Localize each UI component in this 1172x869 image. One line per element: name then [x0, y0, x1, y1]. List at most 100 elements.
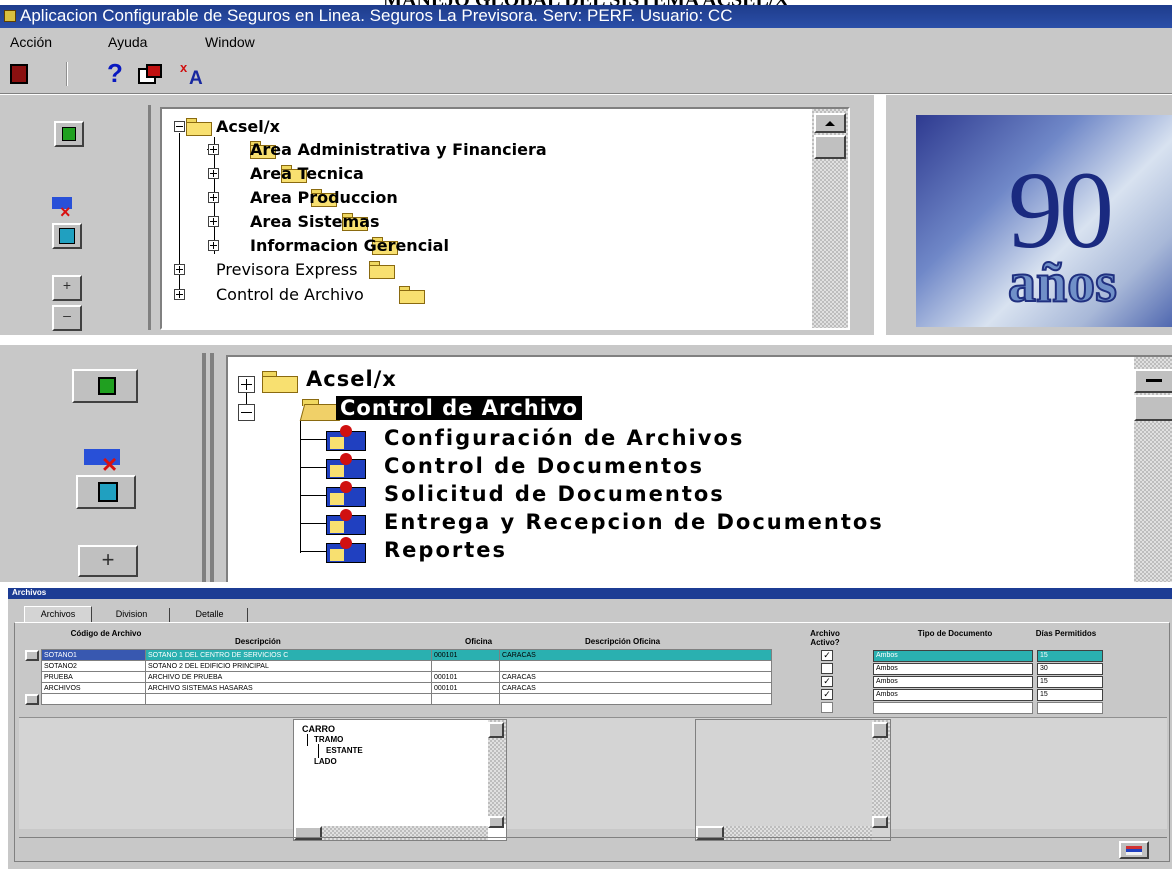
tree-node-area[interactable]: Informacion Gerencial [250, 236, 449, 255]
scroll-thumb[interactable] [814, 135, 846, 159]
table-row[interactable]: PRUEBA ARCHIVO DE PRUEBA 000101 CARACAS [41, 671, 772, 683]
days-field[interactable]: 15 [1037, 650, 1103, 662]
expand-toggle[interactable] [208, 192, 219, 203]
open-button[interactable] [54, 121, 84, 147]
delete-icon[interactable]: × [80, 447, 130, 477]
cell-codigo[interactable]: ARCHIVOS [41, 682, 146, 694]
translate-icon[interactable] [138, 64, 164, 86]
days-field[interactable] [1037, 702, 1103, 714]
cell-oficina[interactable]: 000101 [431, 682, 500, 694]
menu-window[interactable]: Window [205, 34, 255, 50]
tree-node-reportes[interactable]: Reportes [384, 538, 507, 562]
cell-codigo[interactable]: SOTANO2 [41, 660, 146, 672]
active-checkbox[interactable] [821, 663, 833, 674]
subtree-node-tramo[interactable]: TRAMO [314, 735, 343, 744]
cell-descripcion[interactable]: SOTANO 2 DEL EDIFICIO PRINCIPAL [145, 660, 432, 672]
table-row[interactable]: ARCHIVOS ARCHIVO SISTEMAS HASARAS 000101… [41, 682, 772, 694]
scroll-down-button[interactable] [488, 816, 504, 828]
tree-node-acsel[interactable]: Acsel/x [216, 117, 280, 136]
expand-button[interactable]: + [52, 275, 82, 301]
active-checkbox[interactable]: ✓ [821, 650, 833, 661]
tab-division[interactable]: Division [94, 608, 170, 622]
tree-node-configuracion[interactable]: Configuración de Archivos [384, 426, 744, 450]
tree-node-area[interactable]: Area Administrativa y Financiera [250, 140, 547, 159]
days-field[interactable]: 30 [1037, 663, 1103, 675]
cell-descripcion-oficina[interactable]: CARACAS [499, 649, 772, 661]
tree-node-control-de-archivo[interactable]: Control de Archivo [216, 285, 364, 304]
font-icon[interactable]: x A [180, 60, 210, 89]
active-checkbox[interactable] [821, 702, 833, 713]
scroll-thumb[interactable] [1134, 395, 1172, 421]
doc-type-select[interactable]: Ambos [873, 663, 1033, 675]
tree-node-area[interactable]: Area Sistemas [250, 212, 380, 231]
record-marker[interactable] [25, 650, 39, 661]
toolbar-separator [66, 62, 68, 86]
collapse-toggle[interactable] [238, 404, 255, 421]
expand-toggle[interactable] [174, 289, 185, 300]
expand-toggle[interactable] [208, 168, 219, 179]
expand-toggle[interactable] [174, 264, 185, 275]
cell-descripcion-oficina[interactable]: CARACAS [499, 671, 772, 683]
refresh-button[interactable] [52, 223, 82, 249]
doc-type-select[interactable]: Ambos [873, 650, 1033, 662]
expand-toggle[interactable] [238, 376, 255, 393]
scroll-up-button[interactable] [488, 722, 504, 738]
app-icon [4, 10, 16, 22]
subtree-node-lado[interactable]: LADO [314, 757, 337, 766]
collapse-toggle[interactable] [174, 121, 185, 132]
delete-icon[interactable]: × [50, 195, 80, 221]
expand-toggle[interactable] [208, 216, 219, 227]
subtree-node-estante[interactable]: ESTANTE [326, 746, 363, 755]
form-action-button[interactable] [1119, 841, 1149, 859]
subtree-node-carro[interactable]: CARRO [302, 724, 335, 734]
doc-type-select[interactable]: Ambos [873, 689, 1033, 701]
table-row[interactable]: SOTANO1 SOTANO 1 DEL CENTRO DE SERVICIOS… [41, 649, 772, 661]
active-checkbox[interactable]: ✓ [821, 676, 833, 687]
status-bar [19, 837, 1167, 859]
cell-descripcion-oficina[interactable] [499, 660, 772, 672]
expand-toggle[interactable] [208, 144, 219, 155]
table-row[interactable]: SOTANO2 SOTANO 2 DEL EDIFICIO PRINCIPAL [41, 660, 772, 672]
cell-codigo[interactable]: SOTANO1 [41, 649, 146, 661]
cell-descripcion-oficina[interactable]: CARACAS [499, 682, 772, 694]
scroll-up-button[interactable] [872, 722, 888, 738]
cell-descripcion[interactable]: SOTANO 1 DEL CENTRO DE SERVICIOS C [145, 649, 432, 661]
help-icon[interactable]: ? [107, 58, 123, 89]
collapse-button[interactable]: – [52, 305, 82, 331]
cell-oficina[interactable]: 000101 [431, 649, 500, 661]
menu-accion[interactable]: Acción [10, 34, 52, 50]
days-field[interactable]: 15 [1037, 676, 1103, 688]
cell-codigo[interactable]: PRUEBA [41, 671, 146, 683]
cell-oficina[interactable]: 000101 [431, 671, 500, 683]
tree-node-solicitud[interactable]: Solicitud de Documentos [384, 482, 725, 506]
tab-detalle[interactable]: Detalle [172, 608, 248, 622]
expand-toggle[interactable] [208, 240, 219, 251]
tree-node-previsora-express[interactable]: Previsora Express [216, 260, 357, 279]
app-title-bar: Aplicacion Configurable de Seguros en Li… [0, 5, 1172, 28]
scroll-up-button[interactable] [1134, 369, 1172, 393]
active-checkbox[interactable]: ✓ [821, 689, 833, 700]
cell-descripcion[interactable]: ARCHIVO DE PRUEBA [145, 671, 432, 683]
open-button[interactable] [72, 369, 138, 403]
menu-ayuda[interactable]: Ayuda [108, 34, 147, 50]
scroll-down-button[interactable] [872, 816, 888, 828]
scroll-up-button[interactable] [814, 113, 846, 133]
tree-node-acsel[interactable]: Acsel/x [306, 367, 397, 391]
doc-type-select[interactable] [873, 702, 1033, 714]
exit-door-icon[interactable] [10, 64, 28, 84]
tree-node-entrega[interactable]: Entrega y Recepcion de Documentos [384, 510, 884, 534]
doc-type-select[interactable]: Ambos [873, 676, 1033, 688]
record-marker[interactable] [25, 694, 39, 705]
refresh-button[interactable] [76, 475, 136, 509]
tree-node-area[interactable]: Area Produccion [250, 188, 398, 207]
days-field[interactable]: 15 [1037, 689, 1103, 701]
select-value: Ambos [876, 652, 898, 659]
cell-descripcion[interactable]: ARCHIVO SISTEMAS HASARAS [145, 682, 432, 694]
tree-node-control-documentos[interactable]: Control de Documentos [384, 454, 704, 478]
tree-node-control-de-archivo-selected[interactable]: Control de Archivo [336, 396, 583, 420]
cell-oficina[interactable] [431, 660, 500, 672]
tree-node-area[interactable]: Area Tecnica [250, 164, 364, 183]
expand-button[interactable]: + [78, 545, 138, 577]
table-row[interactable] [41, 693, 772, 705]
tab-archivos[interactable]: Archivos [24, 606, 92, 622]
